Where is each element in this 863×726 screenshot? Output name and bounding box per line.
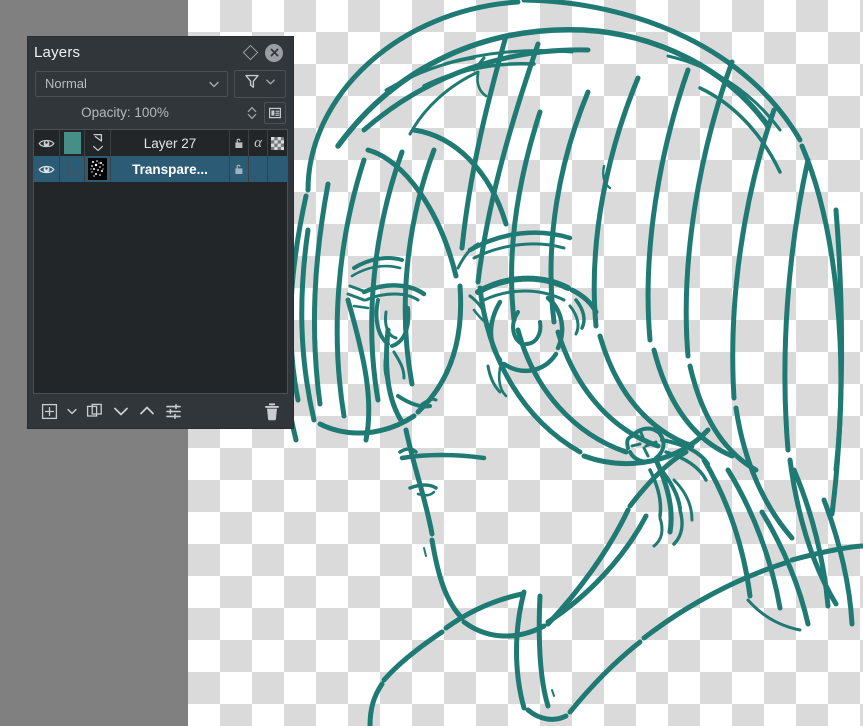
layers-docker-panel[interactable]: Layers Normal — [28, 37, 293, 428]
layer-thumbnail[interactable] — [85, 156, 111, 182]
layer-name-label: Transpare... — [132, 162, 208, 177]
table-row[interactable]: Transpare... — [34, 156, 287, 182]
lock-icon[interactable] — [230, 130, 249, 156]
funnel-filter-icon — [243, 72, 261, 95]
layer-name-label: Layer 27 — [144, 136, 197, 151]
blend-mode-select[interactable]: Normal — [35, 71, 228, 97]
filter-layers-button[interactable] — [234, 70, 286, 98]
layer-properties-icon[interactable] — [264, 102, 286, 124]
page-title: Layers — [34, 44, 80, 61]
alpha-lock-checker-icon[interactable] — [268, 130, 287, 156]
eye-icon[interactable] — [34, 130, 60, 156]
layer-indent-marker — [60, 156, 85, 182]
layer-thumbnail[interactable] — [60, 130, 85, 156]
move-layer-down-button[interactable] — [108, 398, 134, 424]
opacity-slider[interactable]: Opacity: 100% — [35, 105, 245, 120]
layer-name[interactable]: Layer 27 — [111, 130, 230, 156]
lock-icon[interactable] — [230, 156, 249, 182]
docker-titlebar: Layers — [28, 37, 293, 68]
duplicate-layer-button[interactable] — [82, 398, 108, 424]
transparency-mask-thumbnail — [88, 158, 107, 180]
float-diamond-icon[interactable] — [239, 42, 261, 64]
blend-mode-value: Normal — [45, 76, 207, 91]
add-layer-button[interactable] — [36, 398, 62, 424]
alpha-inherit-icon[interactable]: α — [249, 130, 268, 156]
opacity-row: Opacity: 100% — [28, 99, 293, 126]
blend-mode-row: Normal — [28, 68, 293, 99]
add-layer-dropdown[interactable] — [62, 398, 82, 424]
alpha-lock-slot[interactable] — [268, 156, 287, 182]
chevron-down-icon — [207, 77, 221, 91]
alpha-inherit-slot[interactable] — [249, 156, 268, 182]
transform-mask-icon[interactable] — [85, 130, 111, 156]
move-layer-up-button[interactable] — [134, 398, 160, 424]
spinner-up-down-icon[interactable] — [245, 102, 259, 124]
table-row[interactable]: Layer 27 α — [34, 130, 287, 156]
layer-properties-button[interactable] — [160, 398, 186, 424]
layers-toolbar — [28, 394, 293, 428]
delete-layer-button[interactable] — [259, 398, 285, 424]
close-icon[interactable] — [263, 42, 285, 64]
layer-name[interactable]: Transpare... — [111, 156, 230, 182]
layers-list[interactable]: Layer 27 α — [33, 129, 288, 394]
chevron-down-icon — [264, 75, 277, 93]
eye-icon[interactable] — [34, 156, 60, 182]
